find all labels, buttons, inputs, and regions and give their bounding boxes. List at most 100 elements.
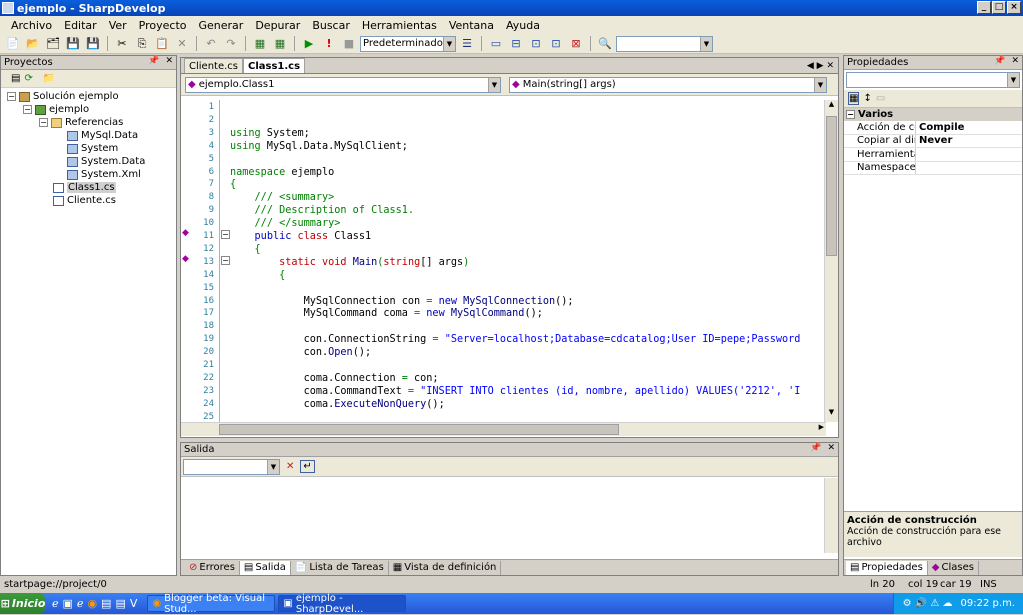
property-row[interactable]: Namespace de la	[844, 161, 1022, 175]
toggle-comment-icon[interactable]: ▭	[487, 36, 505, 52]
folder-open-icon[interactable]: 📁	[43, 73, 55, 84]
menu-ver[interactable]: Ver	[103, 19, 133, 32]
code-line[interactable]: /// <summary>	[230, 192, 335, 203]
search-combo[interactable]: ▼	[616, 35, 713, 52]
new-file-icon[interactable]: 📄	[4, 36, 22, 52]
save-all-icon[interactable]: 💾	[84, 36, 102, 52]
menu-ayuda[interactable]: Ayuda	[500, 19, 546, 32]
tree-item-system-data[interactable]: System.Data	[1, 155, 176, 168]
next-bookmark-icon[interactable]: ⊡	[547, 36, 565, 52]
refresh-icon[interactable]: ⟳	[24, 73, 32, 84]
pin-icon[interactable]: 📌	[810, 443, 821, 453]
tree-item-solution[interactable]: − Solución ejemplo	[1, 90, 176, 103]
code-line[interactable]: {	[230, 244, 261, 255]
output-source-select[interactable]: ▼	[183, 458, 280, 475]
tree-item-class1[interactable]: Class1.cs	[1, 181, 176, 194]
property-row[interactable]: Copiar al directoriNever	[844, 134, 1022, 148]
tree-item-references[interactable]: − Referencias	[1, 116, 176, 129]
tree-item-system-xml[interactable]: System.Xml	[1, 168, 176, 181]
menu-editar[interactable]: Editar	[58, 19, 103, 32]
tab-tareas[interactable]: 📄 Lista de Tareas	[291, 560, 389, 575]
find-icon[interactable]: 🔍	[596, 36, 614, 52]
explorer-icon[interactable]: ▣	[63, 597, 73, 610]
open-file-icon[interactable]: 📂	[24, 36, 42, 52]
output-vscroll[interactable]	[824, 478, 838, 553]
run-no-debug-icon[interactable]: !	[320, 36, 338, 52]
clear-output-icon[interactable]: ✕	[286, 461, 294, 472]
property-row[interactable]: Acción de construCompile	[844, 121, 1022, 135]
tab-salida[interactable]: ▤ Salida	[239, 560, 291, 575]
menu-generar[interactable]: Generar	[193, 19, 250, 32]
code-line[interactable]: MySqlConnection con = new MySqlConnectio…	[230, 296, 574, 307]
alphabetical-icon[interactable]: ↕	[863, 93, 871, 104]
run-icon[interactable]: ▶	[300, 36, 318, 52]
undo-icon[interactable]: ↶	[202, 36, 220, 52]
class-combo[interactable]: ◆ ejemplo.Class1 ▼	[185, 76, 501, 93]
paste-icon[interactable]: 📋	[153, 36, 171, 52]
close-icon[interactable]: ✕	[1011, 56, 1019, 66]
code-line[interactable]: /// </summary>	[230, 218, 341, 229]
property-pages-icon[interactable]: ▭	[876, 93, 885, 104]
menu-ventana[interactable]: Ventana	[443, 19, 500, 32]
object-select[interactable]: ▼	[846, 72, 1020, 88]
code-line[interactable]: MySqlCommand coma = new MySqlCommand();	[230, 308, 543, 319]
delete-icon[interactable]: ✕	[173, 36, 191, 52]
open-project-icon[interactable]: 🗂	[44, 36, 62, 52]
code-line[interactable]: coma.ExecuteNonQuery();	[230, 399, 445, 410]
menu-proyecto[interactable]: Proyecto	[133, 19, 193, 32]
code-line[interactable]: namespace ejemplo	[230, 167, 334, 178]
category-row[interactable]: − Varios	[844, 108, 1022, 121]
code-line[interactable]: {	[230, 179, 236, 190]
tab-propiedades[interactable]: ▤ Propiedades	[846, 560, 928, 575]
ie-icon[interactable]: ℯ	[52, 597, 59, 610]
pin-icon[interactable]: 📌	[994, 56, 1005, 66]
close-icon[interactable]: ✕	[165, 56, 173, 66]
indent-icon[interactable]: ☰	[458, 36, 476, 52]
tab-nav-icons[interactable]: ◀ ▶ ✕	[807, 61, 838, 71]
tab-class1[interactable]: Class1.cs	[243, 58, 306, 73]
code-line[interactable]: con.Open();	[230, 347, 372, 358]
task-sharpdevelop[interactable]: ▣ ejemplo - SharpDevel...	[278, 593, 407, 615]
build-icon[interactable]: ▦	[251, 36, 269, 52]
code-line[interactable]: coma.Connection = con;	[230, 373, 439, 384]
tab-cliente[interactable]: Cliente.cs	[184, 58, 243, 73]
cut-icon[interactable]: ✂	[113, 36, 131, 52]
app-icon[interactable]: ▤	[101, 597, 111, 610]
bookmark-icon[interactable]: ⊟	[507, 36, 525, 52]
member-combo[interactable]: ◆ Main(string[] args) ▼	[509, 76, 827, 93]
save-icon[interactable]: 💾	[64, 36, 82, 52]
categorized-icon[interactable]: ▦	[848, 92, 860, 105]
fold-class-icon[interactable]: −	[221, 230, 230, 239]
properties-toolbar-icon[interactable]: ▤	[11, 73, 20, 84]
word-wrap-icon[interactable]: ↵	[300, 460, 315, 473]
code-line[interactable]: static void Main(string[] args)	[230, 257, 469, 268]
code-line[interactable]: using System;	[230, 128, 310, 139]
minimize-button[interactable]: _	[977, 1, 991, 14]
code-line[interactable]: con.ConnectionString = "Server=localhost…	[230, 334, 801, 345]
copy-icon[interactable]: ⎘	[133, 36, 151, 52]
prev-bookmark-icon[interactable]: ⊡	[527, 36, 545, 52]
tree-item-mysql-data[interactable]: MySql.Data	[1, 129, 176, 142]
close-button[interactable]: ×	[1007, 1, 1021, 14]
menu-herramientas[interactable]: Herramientas	[356, 19, 443, 32]
ie-icon[interactable]: ℯ	[77, 597, 84, 610]
tab-definicion[interactable]: ▦ Vista de definición	[389, 560, 502, 575]
stop-icon[interactable]: ■	[340, 36, 358, 52]
fold-method-icon[interactable]: −	[221, 256, 230, 265]
menu-archivo[interactable]: Archivo	[5, 19, 58, 32]
tray-icons[interactable]: ⚙ 🔊 ⚠ ☁	[903, 598, 953, 609]
start-button[interactable]: ⊞ Inicio	[0, 593, 46, 614]
code-line[interactable]: /// Description of Class1.	[230, 205, 414, 216]
property-row[interactable]: Herramienta Pers	[844, 148, 1022, 162]
code-area[interactable]: 1 2 3 using System; 4 using MySql.Data.MySqlC…	[181, 100, 826, 422]
collapse-icon[interactable]: −	[846, 110, 855, 119]
editor-vscroll[interactable]: ▲ ▼	[824, 100, 838, 422]
menu-depurar[interactable]: Depurar	[249, 19, 306, 32]
firefox-icon[interactable]: ◉	[87, 597, 97, 610]
app-icon[interactable]: ▤	[115, 597, 125, 610]
tree-item-system[interactable]: System	[1, 142, 176, 155]
menu-buscar[interactable]: Buscar	[306, 19, 356, 32]
configuration-select[interactable]: Predeterminado ▼	[360, 35, 456, 52]
code-line[interactable]: coma.CommandText = "INSERT INTO clientes…	[230, 386, 801, 397]
pin-icon[interactable]: 📌	[148, 56, 159, 66]
